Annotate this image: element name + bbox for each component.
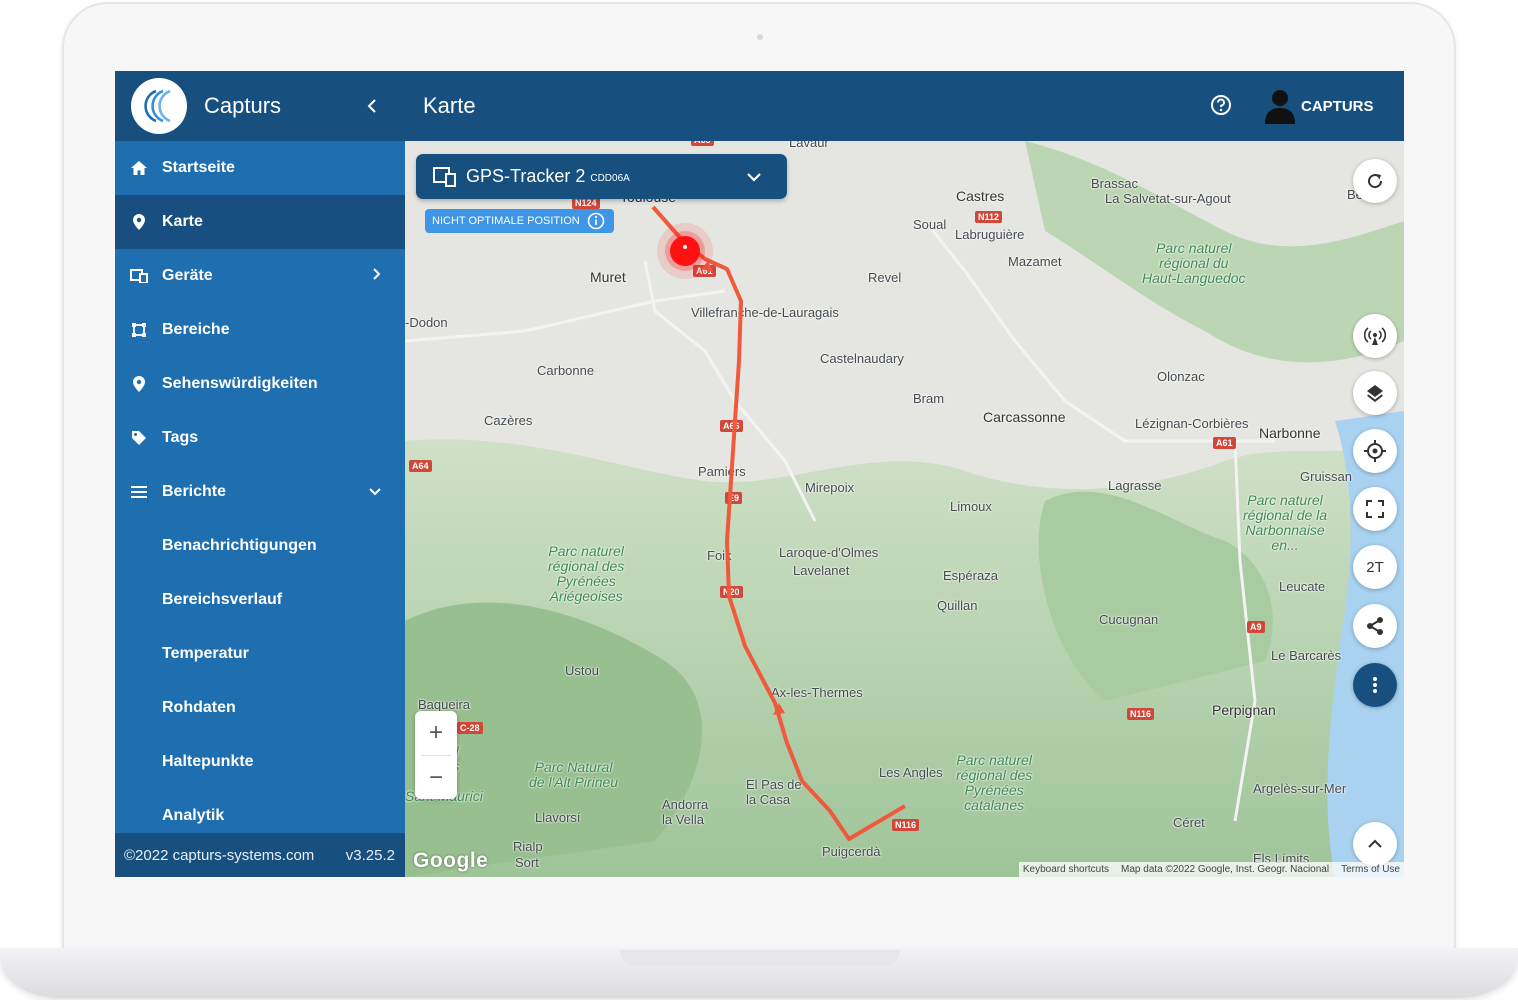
route-path bbox=[651, 205, 907, 841]
help-icon bbox=[1211, 95, 1231, 115]
route-layer bbox=[651, 205, 907, 841]
sidebar-item-bereiche[interactable]: Bereiche bbox=[115, 303, 405, 357]
chevron-down-icon bbox=[747, 169, 761, 187]
refresh-icon bbox=[1368, 174, 1383, 189]
sidebar-item-karte[interactable]: Karte bbox=[115, 195, 405, 249]
berichte-submenu: Benachrichtigungen Bereichsverlauf Tempe… bbox=[115, 519, 405, 843]
share-button[interactable] bbox=[1353, 604, 1397, 648]
zoom-in-button[interactable]: + bbox=[415, 711, 457, 755]
sidebar-item-startseite[interactable]: Startseite bbox=[115, 141, 405, 195]
copyright-text[interactable]: ©2022 capturs-systems.com bbox=[124, 847, 314, 864]
sidebar-item-label: Berichte bbox=[162, 483, 227, 500]
list-icon bbox=[116, 486, 162, 498]
app-screen: Capturs Startseite Karte Geräte Bereiche… bbox=[115, 71, 1404, 877]
sidebar-subitem-haltepunkte[interactable]: Haltepunkte bbox=[115, 735, 405, 789]
sidebar-item-geraete[interactable]: Geräte bbox=[115, 249, 405, 303]
sidebar-item-label: Startseite bbox=[162, 159, 235, 176]
position-warning-badge: NICHT OPTIMALE POSITION bbox=[425, 209, 614, 233]
more-button[interactable] bbox=[1353, 663, 1397, 707]
layers-icon bbox=[1367, 385, 1383, 402]
sidebar-item-tags[interactable]: Tags bbox=[115, 411, 405, 465]
warning-text: NICHT OPTIMALE POSITION bbox=[432, 215, 580, 227]
fullscreen-button[interactable] bbox=[1353, 487, 1397, 531]
keyboard-shortcuts-link[interactable]: Keyboard shortcuts bbox=[1023, 864, 1109, 875]
scroll-top-button[interactable] bbox=[1353, 822, 1397, 866]
version-text: v3.25.2 bbox=[345, 846, 395, 864]
timerange-label: 2T bbox=[1366, 558, 1384, 576]
home-icon bbox=[116, 161, 162, 175]
area-icon bbox=[116, 322, 162, 338]
sidebar-item-label: Bereiche bbox=[162, 321, 230, 338]
crosshair-icon bbox=[1364, 440, 1386, 462]
broadcast-icon bbox=[1364, 327, 1386, 345]
sidebar-item-label: Geräte bbox=[162, 267, 213, 284]
device-name: GPS-Tracker 2 bbox=[466, 166, 586, 186]
locate-button[interactable] bbox=[1353, 429, 1397, 473]
sidebar-footer: ©2022 capturs-systems.com v3.25.2 bbox=[115, 833, 405, 877]
tag-icon bbox=[116, 430, 162, 446]
device-id: CDD06A bbox=[590, 173, 630, 184]
sidebar-item-sehenswuerdigkeiten[interactable]: Sehenswürdigkeiten bbox=[115, 357, 405, 411]
terms-link[interactable]: Terms of Use bbox=[1341, 864, 1400, 875]
sidebar-item-label: Karte bbox=[162, 213, 203, 230]
page-title: Karte bbox=[423, 93, 476, 118]
map-view[interactable]: LavaurToulouseCastresBrassacLa Salvetat-… bbox=[405, 141, 1404, 877]
more-vertical-icon bbox=[1373, 677, 1377, 693]
laptop-notch bbox=[620, 950, 900, 966]
sidebar-subitem-rohdaten[interactable]: Rohdaten bbox=[115, 681, 405, 735]
marker-dot bbox=[683, 245, 687, 249]
sidebar-item-berichte[interactable]: Berichte bbox=[115, 465, 405, 519]
brand-name: Capturs bbox=[204, 93, 282, 118]
chevron-up-icon bbox=[1368, 839, 1382, 848]
device-selector[interactable]: GPS-Tracker 2 CDD06A bbox=[416, 154, 787, 199]
sidebar-subitem-benachrichtigungen[interactable]: Benachrichtigungen bbox=[115, 519, 405, 573]
chevron-left-icon bbox=[367, 99, 376, 113]
poi-pin-icon bbox=[116, 376, 162, 392]
fullscreen-icon bbox=[1366, 500, 1384, 518]
layers-button[interactable] bbox=[1353, 371, 1397, 415]
share-icon bbox=[1367, 617, 1383, 635]
brand-bar: Capturs bbox=[115, 71, 405, 141]
logo-waves-icon bbox=[144, 89, 171, 123]
camera bbox=[757, 34, 763, 40]
zoom-control: + − bbox=[415, 711, 457, 799]
info-icon[interactable] bbox=[587, 212, 605, 230]
help-button[interactable] bbox=[1210, 94, 1232, 116]
user-name: CAPTURS bbox=[1301, 97, 1374, 115]
refresh-button[interactable] bbox=[1353, 159, 1397, 203]
user-menu[interactable]: CAPTURS bbox=[1265, 87, 1374, 125]
chevron-right-icon bbox=[373, 267, 381, 285]
devices-icon bbox=[116, 269, 162, 283]
device-icon bbox=[433, 166, 456, 187]
map-attribution: Keyboard shortcuts Map data ©2022 Google… bbox=[1018, 862, 1404, 877]
chevron-down-icon bbox=[369, 483, 381, 501]
sidebar-item-label: Tags bbox=[162, 429, 199, 446]
tracker-marker-icon[interactable] bbox=[670, 236, 700, 266]
sidebar-subitem-temperatur[interactable]: Temperatur bbox=[115, 627, 405, 681]
user-avatar-icon bbox=[1265, 90, 1295, 124]
top-bar: Karte CAPTURS bbox=[405, 71, 1404, 141]
sidebar-subitem-bereichsverlauf[interactable]: Bereichsverlauf bbox=[115, 573, 405, 627]
map-data-text: Map data ©2022 Google, Inst. Geogr. Naci… bbox=[1121, 864, 1330, 875]
map-pin-icon bbox=[116, 214, 162, 230]
capturs-logo[interactable] bbox=[131, 78, 187, 134]
collapse-sidebar-button[interactable] bbox=[361, 93, 383, 119]
zoom-out-button[interactable]: − bbox=[415, 756, 457, 800]
signal-button[interactable] bbox=[1353, 314, 1397, 358]
sidebar-item-label: Sehenswürdigkeiten bbox=[162, 375, 318, 392]
timerange-button[interactable]: 2T bbox=[1353, 545, 1397, 589]
sidebar: Capturs Startseite Karte Geräte Bereiche… bbox=[115, 71, 405, 877]
google-logo: Google bbox=[413, 849, 489, 872]
